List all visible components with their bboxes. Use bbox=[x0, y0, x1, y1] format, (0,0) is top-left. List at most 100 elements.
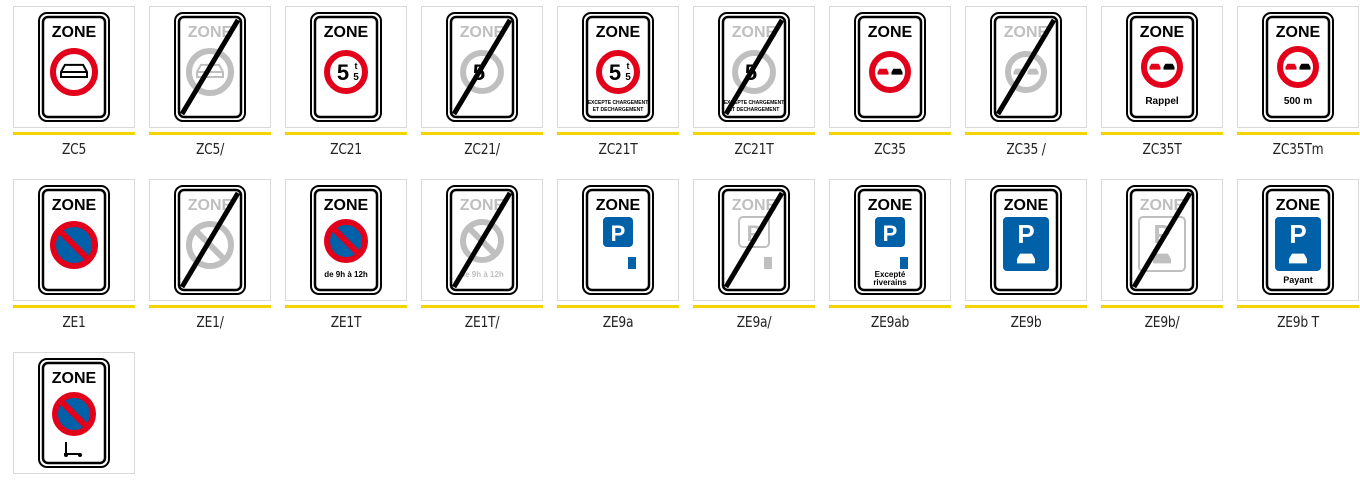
sign-tile[interactable]: ZONE 5 t 5 EXCEPTE CHARGEMENT ET DECHARGEMENT… bbox=[557, 6, 679, 160]
sign-ze1t-icon: ZONE de 9h à 12h bbox=[310, 185, 382, 295]
sign-card[interactable]: ZONE P bbox=[965, 179, 1087, 301]
accent-line bbox=[285, 305, 407, 308]
sign-tile[interactable]: ZONE5EXCEPTE CHARGEMENTET DECHARGEMENT ZC… bbox=[693, 6, 815, 160]
accent-line bbox=[421, 132, 543, 135]
zone-text: ZONE bbox=[52, 197, 97, 214]
meter-icon bbox=[900, 257, 908, 269]
accent-line bbox=[829, 305, 951, 308]
sign-card[interactable]: ZONE P bbox=[557, 179, 679, 301]
sign-scooter-icon: ZONE bbox=[38, 358, 110, 468]
zone-text: ZONE bbox=[1276, 197, 1321, 214]
sign-tile[interactable]: ZONE P ZE9a/ bbox=[693, 179, 815, 333]
zone-text: ZONE bbox=[1276, 24, 1321, 41]
svg-text:t: t bbox=[627, 61, 630, 71]
sign-tile[interactable]: ZONE P Excepté riverains ZE9ab bbox=[829, 179, 951, 333]
sign-tile[interactable]: ZONE ZC35 bbox=[829, 6, 951, 160]
sign-card[interactable]: ZONE 5 t 5 EXCEPTE CHARGEMENT ET DECHARGEMENT bbox=[557, 6, 679, 128]
accent-line bbox=[557, 305, 679, 308]
sign-tile[interactable]: ZONE bbox=[13, 352, 135, 474]
sign-card[interactable]: ZONE de 9h à 12h bbox=[285, 179, 407, 301]
sign-card[interactable]: ZONE bbox=[13, 179, 135, 301]
sign-tile[interactable]: ZONE de 9h à 12h ZE1T bbox=[285, 179, 407, 333]
sub-text: de 9h à 12h bbox=[460, 270, 504, 279]
sign-tile[interactable]: ZONE P ZE9b bbox=[965, 179, 1087, 333]
meter-icon bbox=[764, 257, 772, 269]
zone-text: ZONE bbox=[868, 24, 913, 41]
sign-card[interactable]: ZONE P bbox=[693, 179, 815, 301]
accent-line bbox=[693, 132, 815, 135]
svg-text:5: 5 bbox=[625, 72, 631, 83]
sign-card[interactable]: ZONE P Excepté riverains bbox=[829, 179, 951, 301]
sub-text: de 9h à 12h bbox=[324, 270, 368, 279]
sign-card[interactable]: ZONE Rappel bbox=[1101, 6, 1223, 128]
sign-zc21t-icon: ZONE 5 t5 EXCEPTE CHARGEMENTET DECHARGEMENT bbox=[582, 12, 654, 122]
sign-code-label: ZC35 / bbox=[1006, 140, 1046, 158]
sign-zc21t-icon: ZONE5EXCEPTE CHARGEMENTET DECHARGEMENT bbox=[718, 12, 790, 122]
accent-line bbox=[965, 305, 1087, 308]
accent-line bbox=[1101, 305, 1223, 308]
sign-tile[interactable]: ZONE P Payant ZE9b T bbox=[1237, 179, 1359, 333]
sign-ze1-icon: ZONE bbox=[38, 185, 110, 295]
zone-text: ZONE bbox=[596, 24, 641, 41]
sign-tile[interactable]: ZONE de 9h à 12h ZE1T/ bbox=[421, 179, 543, 333]
sign-card[interactable]: ZONE5 bbox=[421, 6, 543, 128]
sub-text: 500 m bbox=[1284, 96, 1312, 107]
prohibition-ring bbox=[1141, 46, 1183, 88]
sign-zc35---icon: ZONE bbox=[990, 12, 1062, 122]
sign-card[interactable]: ZONE bbox=[829, 6, 951, 128]
sign-tile[interactable]: ZONE5 ZC21/ bbox=[421, 6, 543, 160]
sign-code-label: ZE9a bbox=[602, 313, 634, 331]
sign-row: ZONE bbox=[13, 352, 1353, 474]
sign-card[interactable]: ZONE de 9h à 12h bbox=[421, 179, 543, 301]
sign-tile[interactable]: ZONE 500 m ZC35Tm bbox=[1237, 6, 1359, 160]
sign-card[interactable]: ZONE bbox=[13, 352, 135, 474]
sign-tile[interactable]: ZONE ZE1 bbox=[13, 179, 135, 333]
sign-code-label: ZC21T bbox=[734, 140, 774, 158]
sign-tile[interactable]: ZONE P ZE9b/ bbox=[1101, 179, 1223, 333]
sign-code-label: ZE1T bbox=[330, 313, 362, 331]
accent-line bbox=[13, 132, 135, 135]
weight-value: 5 bbox=[337, 60, 349, 85]
sign-code-label: ZC35 bbox=[874, 140, 906, 158]
car-icon bbox=[891, 68, 903, 75]
accent-line bbox=[421, 305, 543, 308]
sub-text: Payant bbox=[1283, 275, 1313, 285]
sign-row: ZONE ZE1 ZONE ZE1/ZONE de 9h à 12h ZE1T ZONE de… bbox=[13, 179, 1359, 333]
sign-card[interactable]: ZONE P bbox=[1101, 179, 1223, 301]
sign-card[interactable]: ZONE bbox=[13, 6, 135, 128]
sign-code-label: ZC21T bbox=[598, 140, 638, 158]
sign-tile[interactable]: ZONE ZE1/ bbox=[149, 179, 271, 333]
sign-card[interactable]: ZONE P Payant bbox=[1237, 179, 1359, 301]
car-icon bbox=[1299, 63, 1311, 70]
sign-tile[interactable]: ZONE ZC5 bbox=[13, 6, 135, 160]
sign-card[interactable]: ZONE bbox=[149, 179, 271, 301]
sign-ze9a-icon: ZONE P bbox=[582, 185, 654, 295]
sign-code-label: ZC5/ bbox=[195, 140, 225, 158]
sign-tile[interactable]: ZONE Rappel ZC35T bbox=[1101, 6, 1223, 160]
sign-card[interactable]: ZONE5EXCEPTE CHARGEMENTET DECHARGEMENT bbox=[693, 6, 815, 128]
zone-text: ZONE bbox=[1004, 197, 1049, 214]
sign-card[interactable]: ZONE bbox=[965, 6, 1087, 128]
accent-line bbox=[149, 305, 271, 308]
sign-ze1t--icon: ZONEde 9h à 12h bbox=[446, 185, 518, 295]
sign-tile[interactable]: ZONE ZC35 / bbox=[965, 6, 1087, 160]
accent-line bbox=[557, 132, 679, 135]
sign-zc35-icon: ZONE bbox=[854, 12, 926, 122]
sign-code-label: ZC21/ bbox=[464, 140, 500, 158]
sub-text: Rappel bbox=[1145, 96, 1179, 107]
sign-code-label: ZC35Tm bbox=[1272, 140, 1324, 158]
zone-text: ZONE bbox=[1140, 24, 1185, 41]
sign-card[interactable]: ZONE 500 m bbox=[1237, 6, 1359, 128]
sign-code-label: ZE9b bbox=[1010, 313, 1042, 331]
sign-tile[interactable]: ZONE P ZE9a bbox=[557, 179, 679, 333]
sign-tile[interactable]: ZONE ZC5/ bbox=[149, 6, 271, 160]
sign-code-label: ZC21 bbox=[330, 140, 362, 158]
sign-code-label: ZE1/ bbox=[196, 313, 224, 331]
sign-card[interactable]: ZONE 5 t 5 bbox=[285, 6, 407, 128]
accent-line bbox=[965, 132, 1087, 135]
sign-tile[interactable]: ZONE 5 t 5 ZC21 bbox=[285, 6, 407, 160]
prohibition-ring bbox=[869, 51, 911, 93]
zone-text: ZONE bbox=[52, 370, 97, 387]
sign-card[interactable]: ZONE bbox=[149, 6, 271, 128]
prohibition-ring bbox=[1277, 46, 1319, 88]
